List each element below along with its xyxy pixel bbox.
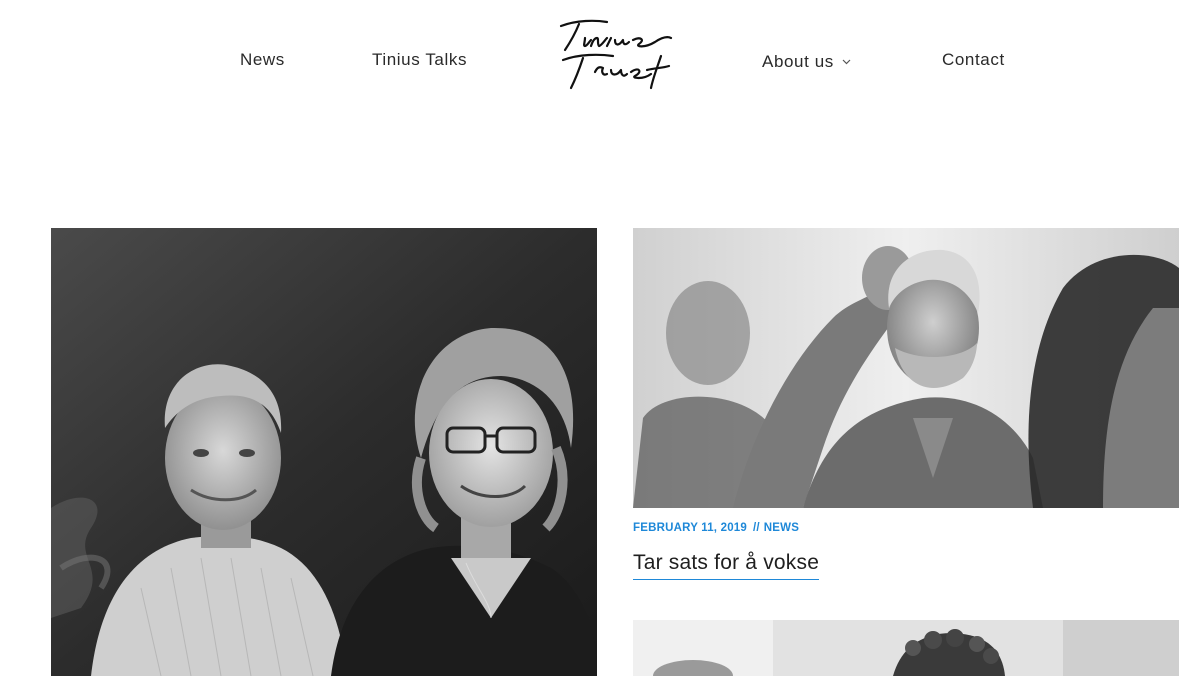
post-title-link[interactable]: Tar sats for å vokse [633,551,820,580]
site-header: News Tinius Talks About us Contact [0,0,1200,120]
tinius-trust-logo[interactable] [555,16,675,94]
next-post-image[interactable] [633,620,1179,676]
nav-about-us[interactable]: About us [762,50,851,72]
nav-news[interactable]: News [240,50,285,70]
photo-bearded-man [633,228,1179,508]
photo-man-and-woman [51,228,597,676]
nav-tinius-talks[interactable]: Tinius Talks [372,50,467,70]
post-card [633,228,1179,508]
post-date: FEBRUARY 11, 2019 [633,522,747,534]
meta-separator: // [752,522,760,534]
nav-contact[interactable]: Contact [942,50,1005,70]
nav-about-us-label: About us [762,52,834,71]
photo-curly-haired-person [633,620,1179,676]
chevron-down-icon [842,50,851,70]
post-category-link[interactable]: NEWS [764,522,799,534]
post-image[interactable] [633,228,1179,508]
post-meta: FEBRUARY 11, 2019 // NEWS [633,522,799,534]
logo-script [559,19,673,90]
featured-post-image[interactable] [51,228,597,676]
